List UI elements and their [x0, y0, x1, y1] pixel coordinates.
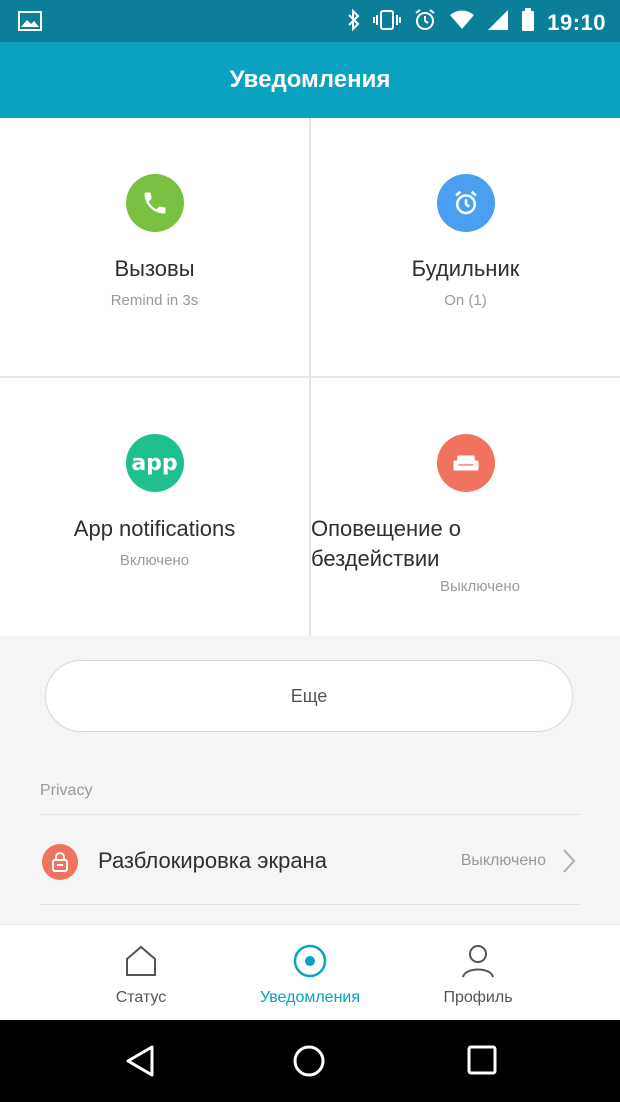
- tile-calls[interactable]: Вызовы Remind in 3s: [0, 118, 309, 376]
- system-nav-bar: [0, 1020, 620, 1102]
- list-item-value: Выключено: [460, 852, 546, 869]
- list-item-label: Разблокировка экрана: [98, 848, 327, 873]
- notification-grid: Вызовы Remind in 3s Будильник On (1) app…: [0, 118, 620, 636]
- tile-status: Remind in 3s: [110, 292, 199, 309]
- tile-title: Вызовы: [114, 256, 195, 281]
- page-title: Уведомления: [229, 66, 391, 93]
- home-icon: [121, 941, 161, 986]
- bluetooth-icon: [347, 8, 361, 37]
- vibrate-icon: [373, 9, 402, 36]
- more-button[interactable]: Еще: [45, 660, 573, 732]
- home-circle-icon[interactable]: [292, 1044, 326, 1083]
- tile-idle-alert[interactable]: Оповещение о бездействии Выключено: [311, 378, 620, 636]
- section-header-privacy: Privacy: [40, 782, 93, 799]
- back-icon[interactable]: [124, 1044, 156, 1083]
- phone-icon: [125, 174, 184, 232]
- chevron-right-icon: [562, 848, 576, 879]
- divider: [40, 904, 580, 905]
- tile-title: Оповещение о бездействии: [311, 516, 462, 571]
- lock-icon: [42, 844, 78, 880]
- tile-status: On (1): [444, 292, 487, 309]
- tile-title: Будильник: [411, 256, 520, 281]
- tile-status: Выключено: [440, 578, 520, 595]
- nav-label: Профиль: [443, 989, 513, 1006]
- wifi-icon: [449, 10, 475, 35]
- divider: [40, 814, 580, 815]
- list-item-screen-unlock[interactable]: Разблокировка экрана Выключено: [40, 830, 580, 894]
- status-bar: 19:10: [0, 0, 620, 42]
- nav-item-profile[interactable]: Профиль: [378, 925, 578, 1021]
- app-icon: app: [125, 434, 184, 492]
- sofa-icon: [436, 434, 495, 492]
- clock: 19:10: [547, 9, 606, 35]
- battery-icon: [521, 8, 535, 37]
- notifications-icon: [290, 941, 330, 986]
- bottom-nav: Статус Уведомления Профиль: [0, 924, 620, 1020]
- alarm-clock-icon: [436, 174, 495, 232]
- profile-icon: [458, 941, 498, 986]
- more-button-label: Еще: [290, 685, 328, 706]
- recents-icon[interactable]: [466, 1044, 498, 1081]
- tile-title: App notifications: [73, 516, 236, 541]
- gallery-icon: [18, 10, 42, 37]
- tile-app-notifications[interactable]: app App notifications Включено: [0, 378, 309, 636]
- alarm-icon: [413, 8, 437, 37]
- tile-status: Включено: [119, 552, 190, 569]
- tile-alarm[interactable]: Будильник On (1): [311, 118, 620, 376]
- signal-icon: [487, 9, 509, 36]
- app-bar: Уведомления: [0, 42, 620, 118]
